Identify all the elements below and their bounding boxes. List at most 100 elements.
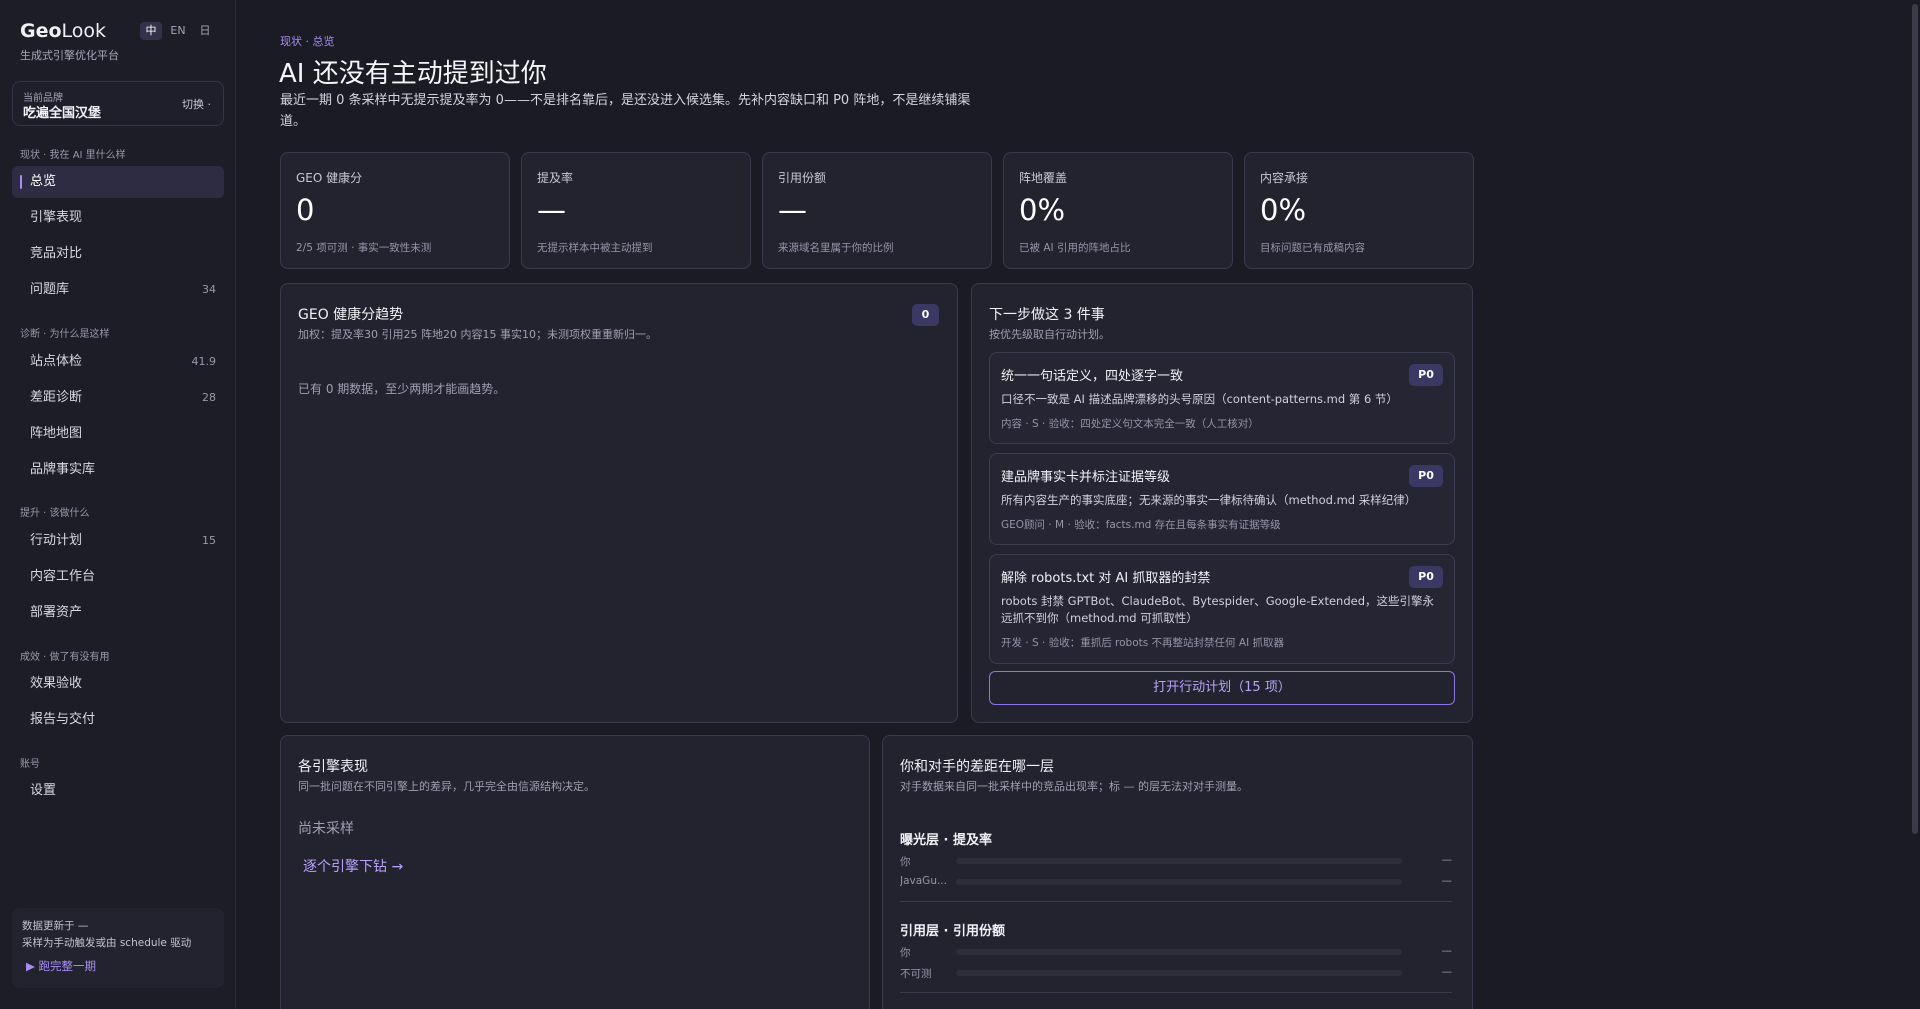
- layer-title: 曝光层 · 提及率: [900, 833, 992, 848]
- sidebar-item-action-plan[interactable]: 行动计划 15: [12, 525, 224, 557]
- priority-badge: P0: [1409, 566, 1443, 588]
- lang-en-button[interactable]: EN: [170, 22, 186, 40]
- kpi-note: 目标问题已有成稿内容: [1260, 242, 1365, 254]
- kpi-label: 提及率: [537, 171, 574, 185]
- run-full-cycle-button[interactable]: ▶ 跑完整一期: [26, 958, 96, 974]
- data-sampling-text: 采样为手动触发或由 schedule 驱动: [22, 937, 192, 949]
- kpi-value: 0%: [1019, 193, 1066, 227]
- bar-value: —: [1441, 945, 1453, 957]
- gap-bar-row: 不可测 —: [900, 966, 1452, 980]
- task-meta: 内容 · S · 验收：四处定义句文本完全一致（人工核对）: [1001, 418, 1259, 430]
- sidebar-item-label: 部署资产: [30, 605, 83, 620]
- sidebar-item-label: 问题库: [30, 282, 70, 297]
- nav-section-results: 成效 · 做了有没有用: [20, 652, 110, 663]
- trend-period-badge: 0: [912, 304, 939, 326]
- kpi-card-mention-rate: 提及率 — 无提示样本中被主动提到: [521, 152, 751, 269]
- sidebar-item-reports[interactable]: 报告与交付: [12, 704, 224, 736]
- task-description: 口径不一致是 AI 描述品牌漂移的头号原因（content-patterns.m…: [1001, 392, 1398, 406]
- sidebar-item-questions[interactable]: 问题库 34: [12, 274, 224, 306]
- brand-selector[interactable]: 当前品牌 吃遍全国汉堡 切换 ·: [12, 81, 224, 126]
- task-title: 统一一句话定义，四处逐字一致: [1001, 369, 1184, 384]
- bar-track: [956, 858, 1402, 864]
- gap-card: 你和对手的差距在哪一层 对手数据来自同一批采样中的竞品出现率；标 — 的层无法对…: [882, 735, 1473, 1009]
- app-logo[interactable]: GeoLook: [20, 20, 106, 42]
- sidebar-item-engines[interactable]: 引擎表现: [12, 202, 224, 234]
- open-action-plan-button[interactable]: 打开行动计划（15 项）: [989, 671, 1455, 705]
- kpi-note: 无提示样本中被主动提到: [537, 242, 653, 254]
- sidebar-item-deploy-assets[interactable]: 部署资产: [12, 597, 224, 629]
- gap-bar-row: 你 —: [900, 945, 1452, 959]
- card-title: 下一步做这 3 件事: [989, 307, 1105, 323]
- task-card[interactable]: 建品牌事实卡并标注证据等级 P0 所有内容生产的事实底座；无来源的事实一律标待确…: [989, 453, 1455, 545]
- sidebar-item-brand-facts[interactable]: 品牌事实库: [12, 454, 224, 486]
- bar-label: 你: [900, 947, 911, 959]
- bar-value: —: [1441, 966, 1453, 978]
- kpi-value: 0%: [1260, 193, 1307, 227]
- sidebar-item-label: 阵地地图: [30, 426, 83, 441]
- sidebar-item-count: 15: [202, 534, 216, 547]
- sidebar-item-settings[interactable]: 设置: [12, 775, 224, 807]
- card-title: 各引擎表现: [298, 759, 368, 775]
- app-tagline: 生成式引擎优化平台: [20, 49, 119, 62]
- bar-track: [956, 879, 1402, 885]
- layer-divider: [900, 992, 1452, 993]
- priority-badge: P0: [1409, 364, 1443, 386]
- layer-divider: [900, 901, 1452, 902]
- bar-value: —: [1441, 875, 1453, 887]
- geo-trend-card: GEO 健康分趋势 加权：提及率30 引用25 阵地20 内容15 事实10；未…: [280, 283, 958, 723]
- gap-bar-row: 你 —: [900, 854, 1452, 868]
- sidebar-item-label: 报告与交付: [30, 712, 96, 727]
- data-status-box: 数据更新于 — 采样为手动触发或由 schedule 驱动 ▶ 跑完整一期: [12, 908, 224, 988]
- sidebar-item-validation[interactable]: 效果验收: [12, 668, 224, 700]
- kpi-value: —: [537, 193, 566, 227]
- nav-section-status: 现状 · 我在 AI 里什么样: [20, 150, 126, 161]
- bar-label: 不可测: [900, 968, 932, 980]
- sidebar-item-overview[interactable]: 总览: [12, 166, 224, 198]
- kpi-label: 引用份额: [778, 171, 827, 185]
- lang-ja-button[interactable]: 日: [197, 22, 213, 40]
- task-card[interactable]: 解除 robots.txt 对 AI 抓取器的封禁 P0 robots 封禁 G…: [989, 554, 1455, 664]
- data-updated-text: 数据更新于 —: [22, 920, 89, 932]
- scrollbar-thumb[interactable]: [1912, 4, 1918, 834]
- sidebar-item-count: 34: [202, 283, 216, 296]
- logo-geo: Geo: [20, 20, 62, 42]
- sidebar-item-competitors[interactable]: 竞品对比: [12, 238, 224, 270]
- bar-track: [956, 970, 1402, 976]
- card-subtitle: 同一批问题在不同引擎上的差异，几乎完全由信源结构决定。: [298, 780, 595, 793]
- sidebar-item-label: 差距诊断: [30, 390, 83, 405]
- lang-zh-button[interactable]: 中: [140, 22, 162, 40]
- trend-empty-note: 已有 0 期数据，至少两期才能画趋势。: [298, 382, 506, 396]
- task-meta: 开发 · S · 验收：重抓后 robots 不再整站封禁任何 AI 抓取器: [1001, 637, 1285, 649]
- card-subtitle: 加权：提及率30 引用25 阵地20 内容15 事实10；未测项权重重新归一。: [298, 328, 657, 341]
- nav-section-improve: 提升 · 该做什么: [20, 508, 90, 519]
- sidebar-item-site-check[interactable]: 站点体检 41.9: [12, 346, 224, 378]
- sidebar-item-position-map[interactable]: 阵地地图: [12, 418, 224, 450]
- engines-drilldown-link[interactable]: 逐个引擎下钻 →: [303, 856, 403, 876]
- kpi-card-geo-health: GEO 健康分 0 2/5 项可测 · 事实一致性未测: [280, 152, 510, 269]
- kpi-label: 阵地覆盖: [1019, 171, 1068, 185]
- sidebar-item-content-workbench[interactable]: 内容工作台: [12, 561, 224, 593]
- page-title: AI 还没有主动提到过你: [279, 59, 547, 89]
- task-description: robots 封禁 GPTBot、ClaudeBot、Bytespider、Go…: [1001, 594, 1435, 625]
- kpi-note: 来源域名里属于你的比例: [778, 242, 894, 254]
- kpi-value: 0: [296, 193, 315, 227]
- sidebar-item-gap-diagnosis[interactable]: 差距诊断 28: [12, 382, 224, 414]
- kpi-note: 2/5 项可测 · 事实一致性未测: [296, 242, 432, 254]
- sidebar-item-count: 28: [202, 391, 216, 404]
- gap-bar-row: JavaGu... —: [900, 875, 1452, 889]
- kpi-value: —: [778, 193, 807, 227]
- card-subtitle: 按优先级取自行动计划。: [989, 328, 1110, 341]
- task-card[interactable]: 统一一句话定义，四处逐字一致 P0 口径不一致是 AI 描述品牌漂移的头号原因（…: [989, 352, 1455, 444]
- next-steps-card: 下一步做这 3 件事 按优先级取自行动计划。 统一一句话定义，四处逐字一致 P0…: [971, 283, 1473, 723]
- nav-section-account: 账号: [20, 759, 40, 770]
- engines-card: 各引擎表现 同一批问题在不同引擎上的差异，几乎完全由信源结构决定。 尚未采样 逐…: [280, 735, 870, 1009]
- task-title: 解除 robots.txt 对 AI 抓取器的封禁: [1001, 571, 1211, 586]
- sidebar-item-label: 内容工作台: [30, 569, 96, 584]
- breadcrumb: 现状 · 总览: [280, 35, 335, 48]
- sidebar-item-label: 站点体检: [30, 354, 83, 369]
- sidebar: GeoLook 生成式引擎优化平台 中 EN 日 当前品牌 吃遍全国汉堡 切换 …: [0, 0, 236, 1009]
- brand-switch-button[interactable]: 切换 ·: [182, 96, 211, 112]
- bar-value: —: [1441, 854, 1453, 866]
- page-scrollbar[interactable]: [1909, 0, 1920, 1009]
- task-meta: GEO顾问 · M · 验收：facts.md 存在且每条事实有证据等级: [1001, 519, 1281, 531]
